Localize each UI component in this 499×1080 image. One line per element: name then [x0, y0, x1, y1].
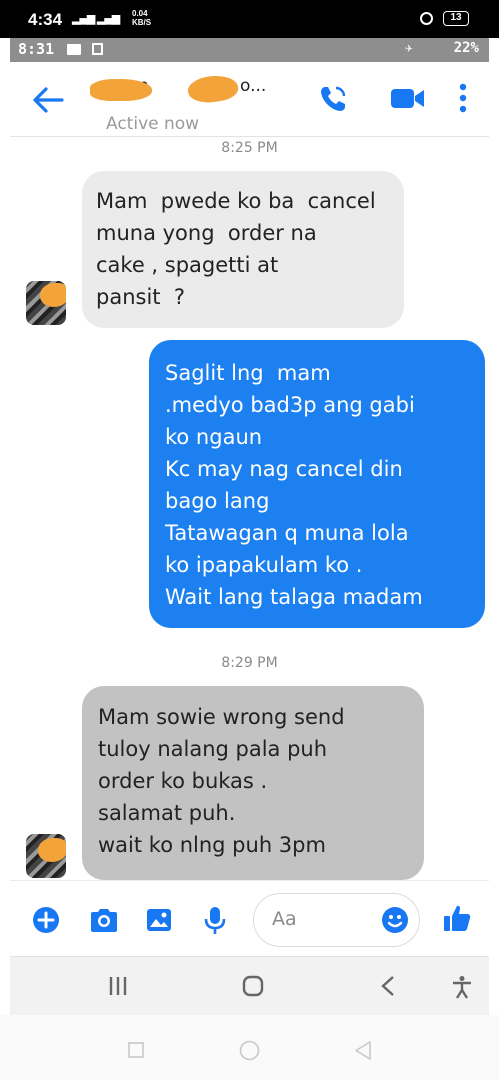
accessibility-icon — [453, 976, 471, 999]
screenshot-time: 8:31 — [18, 40, 55, 58]
received-message-bubble[interactable]: Mam pwede ko ba cancel muna yong order n… — [82, 171, 404, 328]
chat-header: n o... Active now — [10, 62, 489, 137]
contact-name[interactable]: n o... — [90, 72, 290, 106]
plus-icon[interactable] — [32, 906, 60, 934]
alarm-icon — [420, 12, 433, 25]
status-icons: ✈ — [405, 41, 419, 56]
message-timestamp: 8:25 PM — [221, 140, 278, 156]
image-notification-icon — [67, 44, 81, 55]
gallery-icon[interactable] — [145, 906, 173, 934]
signal-icon: ▂▄▆ ▂▄▆ — [72, 12, 120, 25]
censor-blob — [38, 838, 66, 862]
battery-icon: 13 — [443, 11, 469, 26]
network-speed: 0.04 KB/S — [132, 9, 151, 27]
back-arrow-icon[interactable] — [32, 86, 64, 114]
network-speed-unit: KB/S — [132, 18, 152, 27]
contact-name-tail: o... — [240, 76, 267, 96]
message-input-placeholder: Aa — [272, 908, 297, 930]
battery-percent: 22% — [453, 40, 479, 56]
messenger-screenshot: 8:31 ✈ 22% n o... Active now 8:25 PM — [10, 38, 489, 1016]
thumbs-up-icon[interactable] — [442, 903, 472, 933]
camera-icon[interactable] — [88, 906, 120, 934]
recents-square-icon[interactable] — [128, 1042, 144, 1058]
screenshot-navigation-bar — [10, 956, 489, 1016]
microphone-icon[interactable] — [204, 906, 226, 936]
device-navigation-bar — [0, 1015, 499, 1080]
active-status: Active now — [106, 114, 200, 134]
message-input[interactable]: Aa — [253, 893, 420, 947]
back-triangle-icon[interactable] — [354, 1041, 372, 1060]
emoji-icon[interactable] — [381, 906, 409, 934]
back-icon — [381, 976, 394, 996]
received-message-bubble-selected[interactable]: Mam sowie wrong send tuloy nalang pala p… — [82, 686, 424, 880]
device-status-bar: 4:34 ▂▄▆ ▂▄▆ 0.04 KB/S 13 — [0, 0, 499, 38]
video-call-icon[interactable] — [390, 84, 426, 112]
home-icon — [242, 975, 264, 997]
more-options-icon[interactable] — [458, 82, 468, 114]
notification-icon — [92, 43, 103, 55]
phone-call-icon[interactable] — [318, 84, 348, 114]
network-speed-value: 0.04 — [132, 9, 148, 18]
device-time: 4:34 — [28, 10, 63, 29]
screenshot-status-bar: 8:31 ✈ 22% — [10, 38, 489, 62]
contact-avatar[interactable] — [26, 281, 66, 325]
compose-bar: Aa — [10, 880, 489, 957]
recent-apps-icon — [109, 977, 127, 995]
contact-avatar[interactable] — [26, 834, 66, 878]
home-circle-icon[interactable] — [239, 1040, 260, 1061]
censor-blob — [186, 72, 240, 106]
sent-message-bubble[interactable]: Saglit lng mam .medyo bad3p ang gabi ko … — [149, 340, 485, 628]
censor-blob — [40, 283, 66, 307]
message-timestamp: 8:29 PM — [221, 655, 278, 671]
censor-blob — [90, 79, 152, 101]
